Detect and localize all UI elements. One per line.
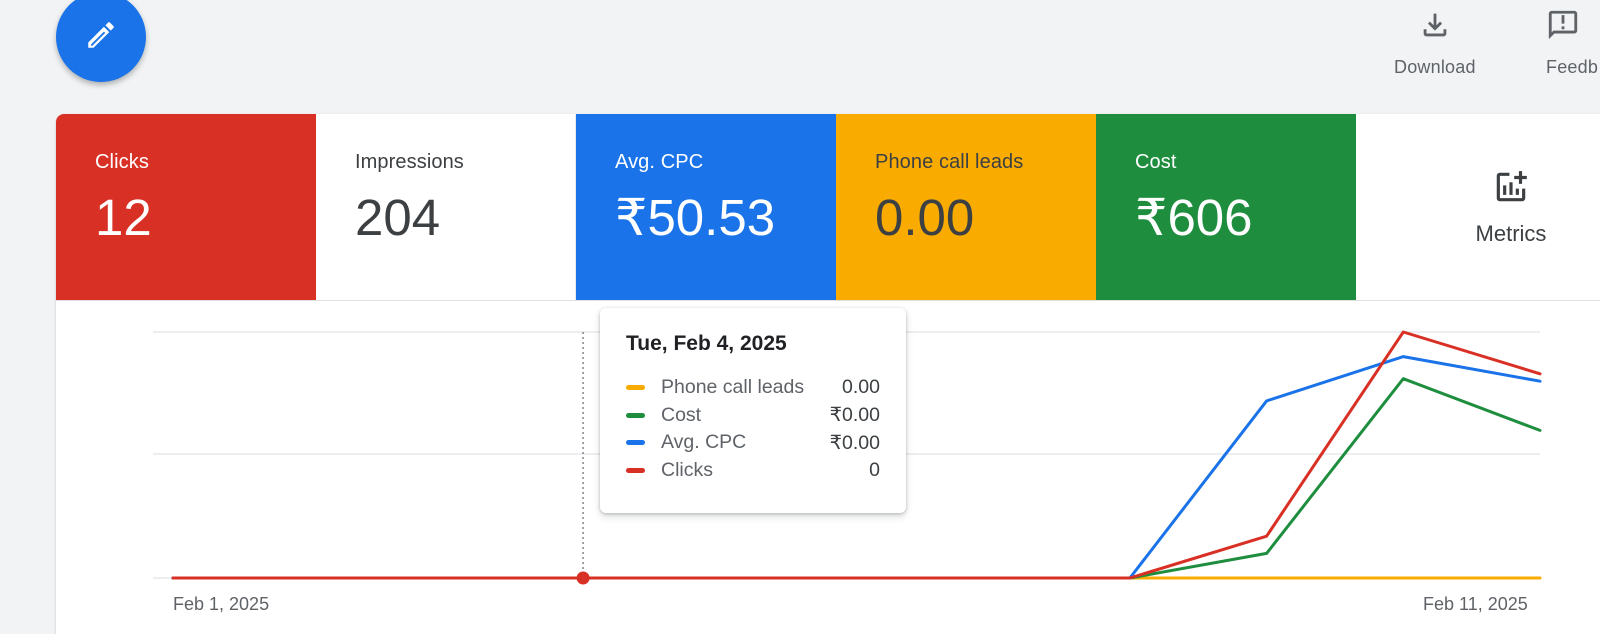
x-tick-label: Feb 11, 2025	[1423, 594, 1528, 614]
tooltip-row: Avg. CPC ₹0.00	[626, 429, 880, 457]
legend-swatch	[626, 412, 645, 418]
tooltip-series-value: 0.00	[842, 376, 880, 399]
tooltip-series-name: Avg. CPC	[661, 431, 747, 454]
tooltip-series-value: ₹0.00	[829, 404, 880, 427]
tooltip-series-name: Phone call leads	[661, 376, 805, 399]
tooltip-row: Clicks 0	[626, 457, 880, 485]
tooltip-date: Tue, Feb 4, 2025	[626, 332, 787, 355]
x-tick-label: Feb 1, 2025	[173, 594, 270, 614]
tooltip-series-name: Clicks	[661, 458, 713, 481]
legend-swatch	[626, 385, 645, 391]
chart-tooltip: Tue, Feb 4, 2025 Phone call leads 0.00 C…	[600, 308, 906, 513]
legend-swatch	[626, 440, 645, 446]
tooltip-row: Cost ₹0.00	[626, 402, 880, 430]
tooltip-row: Phone call leads 0.00	[626, 374, 880, 402]
hover-point	[576, 571, 590, 585]
tooltip-series-value: ₹0.00	[829, 431, 880, 454]
tooltip-series-value: 0	[869, 458, 880, 481]
tooltip-series-name: Cost	[661, 403, 702, 426]
legend-swatch	[626, 467, 645, 473]
